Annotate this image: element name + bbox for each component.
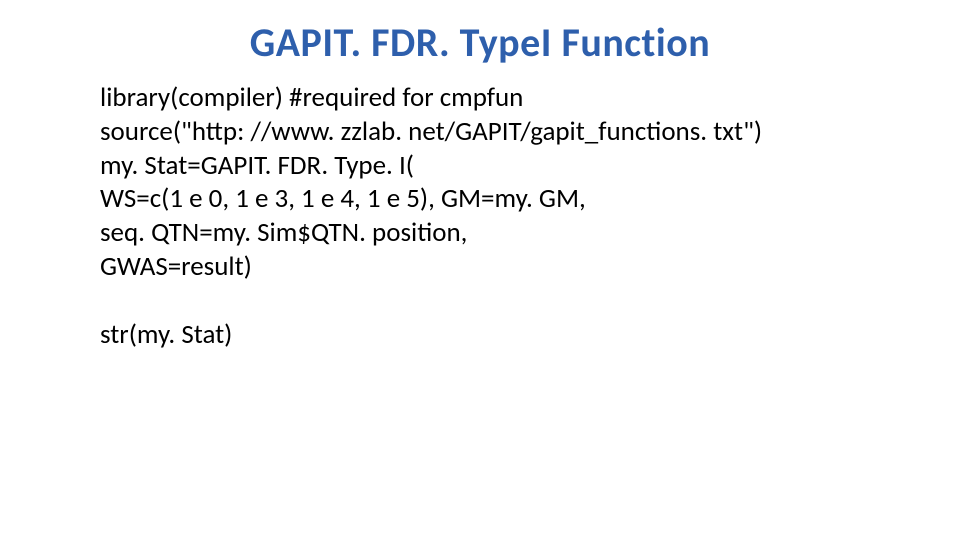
slide: GAPIT. FDR. TypeI Function library(compi…: [0, 0, 960, 540]
code-line: str(my. Stat): [100, 318, 900, 352]
code-block: library(compiler) #required for cmpfun s…: [100, 81, 900, 351]
code-line: WS=c(1 e 0, 1 e 3, 1 e 4, 1 e 5), GM=my.…: [100, 182, 900, 216]
code-line: source("http: //www. zzlab. net/GAPIT/ga…: [100, 115, 900, 149]
code-line: library(compiler) #required for cmpfun: [100, 81, 900, 115]
slide-title: GAPIT. FDR. TypeI Function: [0, 18, 960, 67]
code-line: GWAS=result): [100, 250, 900, 284]
code-line: my. Stat=GAPIT. FDR. Type. I(: [100, 149, 900, 183]
blank-line: [100, 284, 900, 318]
code-line: seq. QTN=my. Sim$QTN. position,: [100, 216, 900, 250]
